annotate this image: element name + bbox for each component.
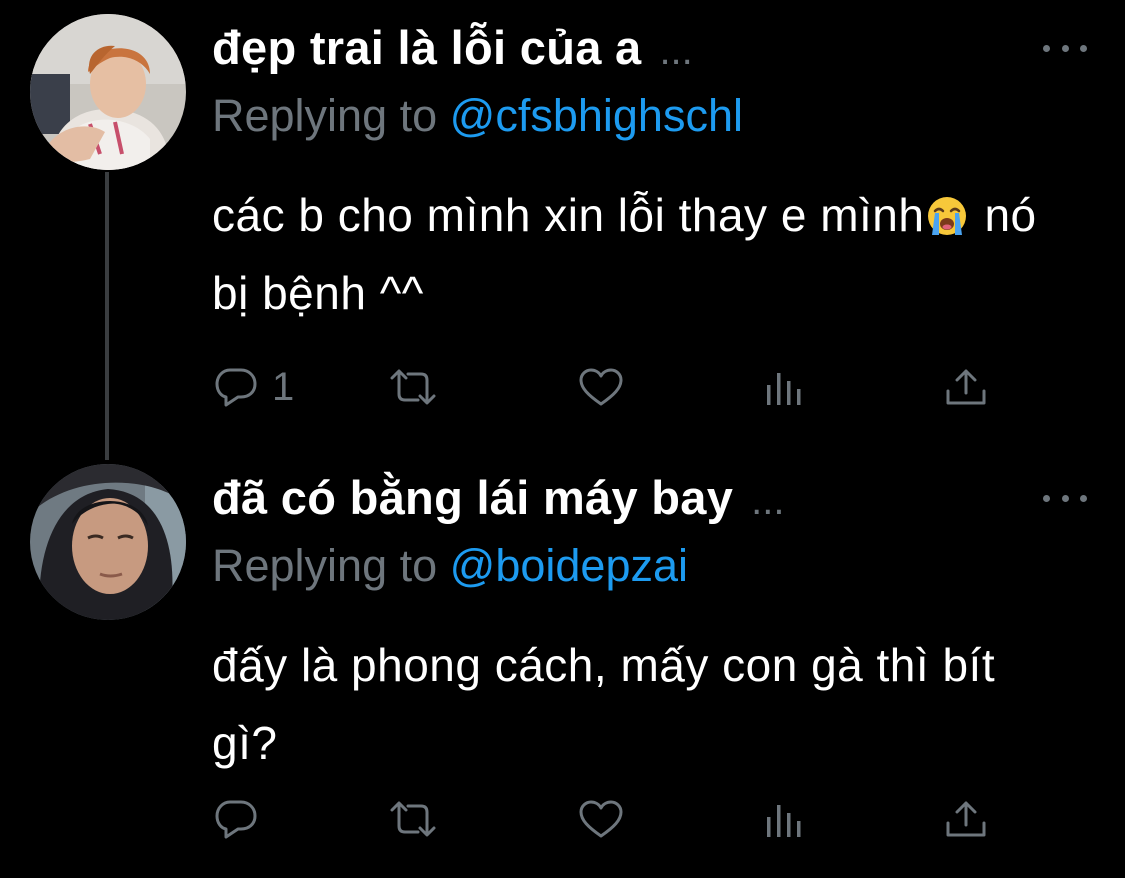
more-dot	[1080, 44, 1087, 52]
share-icon	[946, 801, 986, 837]
name-truncation-ellipsis: ...	[659, 29, 693, 73]
display-name[interactable]: đã có bằng lái máy bay	[212, 470, 733, 525]
avatar[interactable]	[30, 464, 186, 620]
replying-to-label: Replying to	[212, 540, 438, 591]
share-icon	[946, 369, 986, 405]
more-dots-icon	[1043, 494, 1050, 502]
reply-icon	[215, 368, 257, 407]
retweet-button[interactable]	[388, 794, 438, 844]
tweet-header: đã có bằng lái máy bay ...	[212, 470, 785, 530]
tweet-text-part: các b cho mình xin lỗi thay e mình	[212, 189, 925, 241]
replying-to-handle[interactable]: @boidepzai	[450, 540, 688, 591]
tweet-actions	[212, 794, 1012, 844]
tweet-2[interactable]: đã có bằng lái máy bay ... Replying to @…	[0, 450, 1125, 878]
tweet-text: đấy là phong cách, mấy con gà thì bít gì…	[212, 639, 996, 769]
reply-button[interactable]	[214, 794, 272, 844]
loudly-crying-face-icon	[928, 197, 967, 235]
like-button[interactable]	[578, 362, 624, 412]
profile-photo-icon	[30, 464, 186, 620]
retweet-icon	[390, 369, 436, 405]
tweet-text: các b cho mình xin lỗi thay e mình nó bị…	[212, 176, 1072, 332]
analytics-icon	[767, 805, 801, 837]
replying-to-label: Replying to	[212, 90, 438, 141]
more-dot	[1061, 44, 1069, 52]
like-button[interactable]	[578, 794, 624, 844]
more-options-button[interactable]	[1043, 38, 1087, 58]
more-options-button[interactable]	[1043, 488, 1087, 508]
more-dots-icon	[1043, 44, 1050, 52]
replying-to-handle[interactable]: @cfsbhighschl	[450, 90, 743, 141]
profile-photo-icon	[30, 14, 186, 170]
reply-icon	[215, 800, 257, 839]
tweet-1[interactable]: đẹp trai là lỗi của a ... Replying to @c…	[0, 0, 1125, 440]
replying-to-line: Replying to @cfsbhighschl	[212, 90, 743, 142]
replying-to-line: Replying to @boidepzai	[212, 540, 688, 592]
more-dot	[1061, 494, 1069, 502]
reply-count: 1	[272, 364, 295, 409]
retweet-icon	[390, 801, 436, 837]
avatar[interactable]	[30, 14, 186, 170]
share-button[interactable]	[944, 794, 988, 844]
more-dot	[1080, 494, 1087, 502]
analytics-button[interactable]	[764, 794, 804, 844]
analytics-icon	[767, 373, 801, 405]
display-name[interactable]: đẹp trai là lỗi của a	[212, 20, 641, 75]
like-icon	[579, 368, 623, 406]
retweet-button[interactable]	[388, 362, 438, 412]
analytics-button[interactable]	[764, 362, 804, 412]
tweet-actions: 1	[212, 362, 1012, 412]
tweet-header: đẹp trai là lỗi của a ...	[212, 20, 693, 80]
share-button[interactable]	[944, 362, 988, 412]
reply-button[interactable]: 1	[214, 362, 294, 412]
like-icon	[579, 800, 623, 838]
name-truncation-ellipsis: ...	[751, 479, 785, 523]
